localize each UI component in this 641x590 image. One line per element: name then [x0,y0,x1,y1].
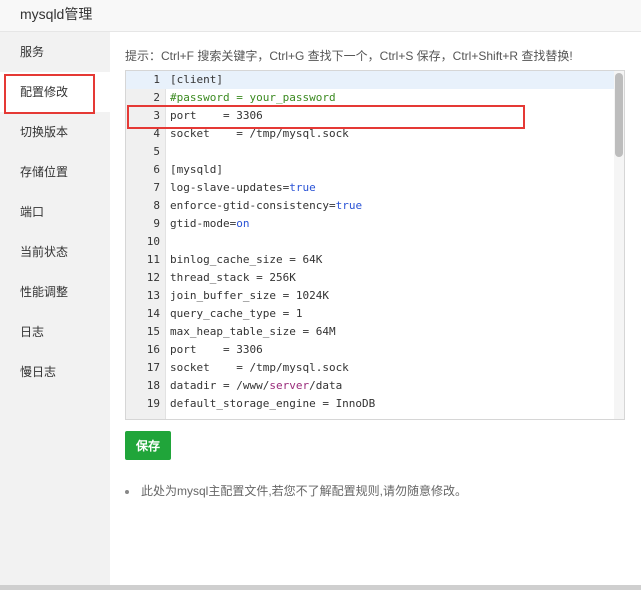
code-text: port = 3306 [170,343,263,356]
code-path-keyword: server [269,379,310,392]
sidebar-item-storage-location[interactable]: 存储位置 [0,152,110,192]
code-text: socket = /tmp/mysql.sock [170,361,349,374]
code-line[interactable]: 5 [126,143,616,161]
line-number: 12 [146,271,160,284]
editor-scrollbar[interactable] [614,71,624,419]
code-line[interactable]: 18 datadir = /www/server/data [126,377,616,395]
code-text: socket = /tmp/mysql.sock [170,127,349,140]
code-line[interactable]: 2 #password = your_password [126,89,616,107]
sidebar-item-config-edit[interactable]: 配置修改 [0,72,110,112]
line-number: 15 [146,325,160,338]
code-line[interactable]: 3 port = 3306 [126,107,616,125]
line-number: 16 [146,343,160,356]
code-line[interactable]: 17 socket = /tmp/mysql.sock [126,359,616,377]
title-bar: mysqld管理 [0,0,641,32]
code-line[interactable]: 10 [126,233,616,251]
window-bottom-edge [0,585,641,590]
code-line[interactable]: 12 thread_stack = 256K [126,269,616,287]
code-text: thread_stack = 256K [170,271,296,284]
code-text: #password = your_password [170,91,336,104]
line-number: 4 [153,127,160,140]
code-value-keyword: true [289,181,316,194]
code-text: binlog_cache_size = 64K [170,253,323,266]
code-text: default_storage_engine = InnoDB [170,397,376,410]
config-note: 此处为mysql主配置文件,若您不了解配置规则,请勿随意修改。 [125,482,467,499]
code-line[interactable]: 4 socket = /tmp/mysql.sock [126,125,616,143]
code-line[interactable]: 6 [mysqld] [126,161,616,179]
line-number: 1 [153,73,160,86]
window-title: mysqld管理 [20,6,93,22]
sidebar-item-log[interactable]: 日志 [0,312,110,352]
code-line[interactable]: 11 binlog_cache_size = 64K [126,251,616,269]
sidebar-item-current-status[interactable]: 当前状态 [0,232,110,272]
line-number: 6 [153,163,160,176]
sidebar-item-port[interactable]: 端口 [0,192,110,232]
code-value-keyword: true [335,199,363,212]
code-line[interactable]: 19 default_storage_engine = InnoDB [126,395,616,413]
sidebar: 服务 配置修改 切换版本 存储位置 端口 当前状态 性能调整 日志 慢日志 [0,32,110,590]
line-number: 19 [146,397,160,410]
line-number: 3 [153,109,160,122]
code-editor[interactable]: 1 [client] 2 #password = your_password 3… [125,70,625,420]
save-button[interactable]: 保存 [125,431,171,460]
line-number: 10 [146,235,160,248]
code-text: enforce-gtid-consistency=true [170,199,363,212]
bullet-icon [125,489,129,494]
line-number: 8 [153,199,160,212]
line-number: 18 [146,379,160,392]
code-text: datadir = /www/server/data [170,379,343,392]
line-number: 7 [153,181,160,194]
code-line[interactable]: 8 enforce-gtid-consistency=true [126,197,616,215]
code-text: [client] [170,73,223,86]
shortcut-hint: 提示：Ctrl+F 搜索关键字，Ctrl+G 查找下一个，Ctrl+S 保存，C… [125,49,573,63]
code-line[interactable]: 15 max_heap_table_size = 64M [126,323,616,341]
code-line[interactable]: 1 [client] [126,71,616,89]
code-line[interactable]: 14 query_cache_type = 1 [126,305,616,323]
scrollbar-thumb[interactable] [615,73,623,157]
code-line[interactable]: 7 log-slave-updates=true [126,179,616,197]
line-number: 17 [146,361,160,374]
config-note-text: 此处为mysql主配置文件,若您不了解配置规则,请勿随意修改。 [141,484,468,498]
code-text: port = 3306 [170,109,263,122]
sidebar-item-slow-log[interactable]: 慢日志 [0,352,110,392]
line-number: 5 [153,145,160,158]
code-text: [mysqld] [170,163,223,176]
code-line[interactable]: 9 gtid-mode=on [126,215,616,233]
code-text: join_buffer_size = 1024K [170,289,329,302]
sidebar-item-service[interactable]: 服务 [0,32,110,72]
code-value-keyword: on [236,217,250,230]
line-number: 9 [153,217,160,230]
code-line[interactable]: 16 port = 3306 [126,341,616,359]
code-text: max_heap_table_size = 64M [170,325,336,338]
code-text: query_cache_type = 1 [170,307,303,320]
line-number: 13 [146,289,160,302]
code-text: gtid-mode=on [170,217,250,230]
code-text: log-slave-updates=true [170,181,316,194]
line-number: 11 [146,253,160,266]
line-number: 2 [153,91,160,104]
code-line[interactable]: 13 join_buffer_size = 1024K [126,287,616,305]
sidebar-item-switch-version[interactable]: 切换版本 [0,112,110,152]
sidebar-item-performance[interactable]: 性能调整 [0,272,110,312]
line-number: 14 [146,307,160,320]
